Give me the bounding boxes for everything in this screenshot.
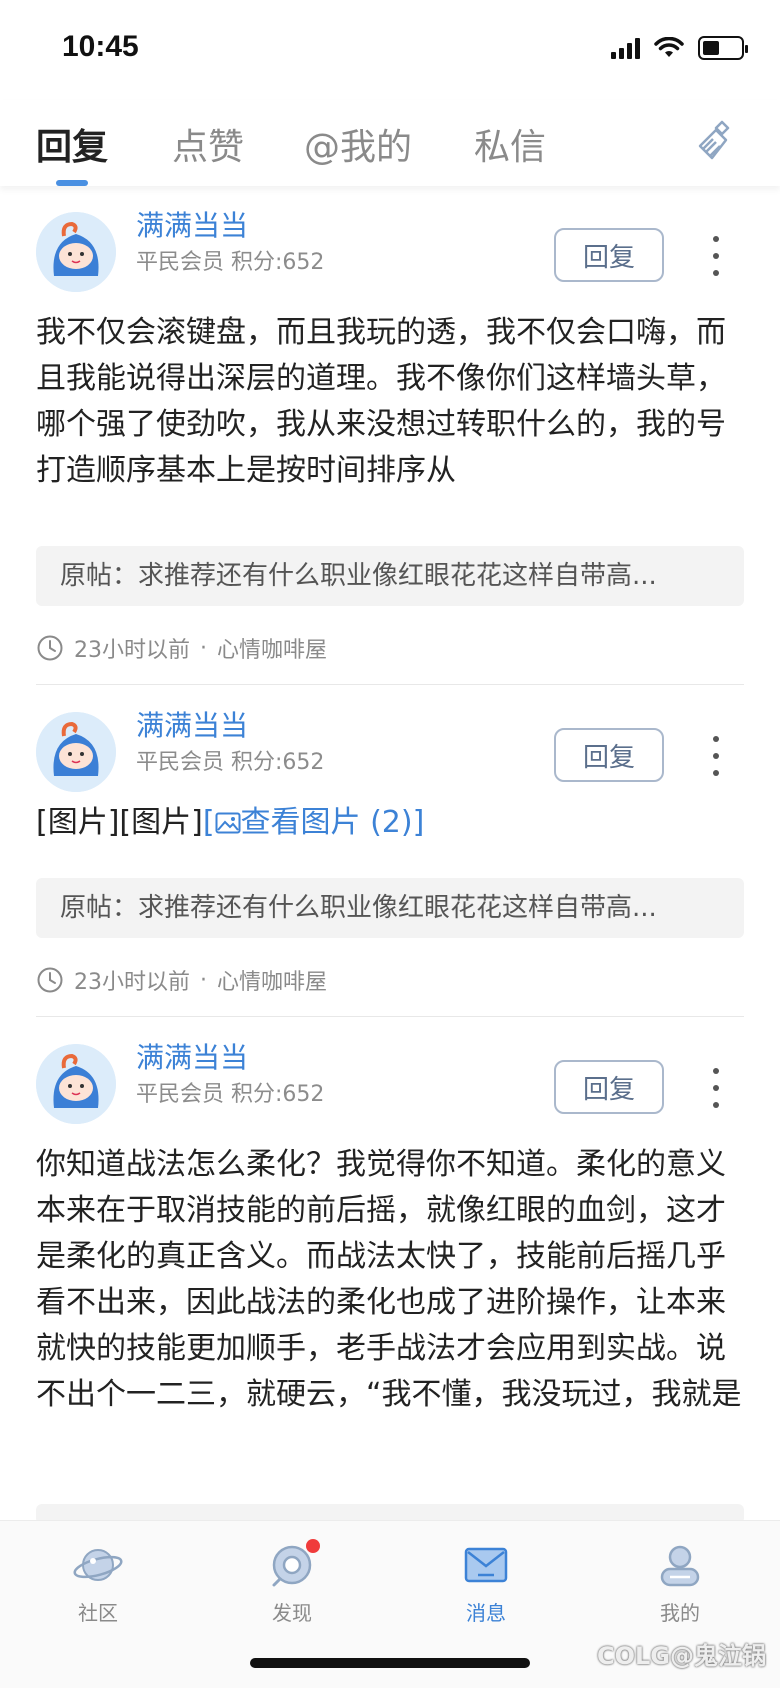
avatar-image xyxy=(36,1044,116,1124)
reply-content[interactable]: 我不仅会滚键盘，而且我玩的透，我不仅会口嗨，而且我能说得出深层的道理。我不像你们… xyxy=(36,310,744,494)
member-score: 积分:652 xyxy=(231,750,325,775)
tab-mentions[interactable]: @我的 xyxy=(304,118,412,170)
mail-icon xyxy=(464,1547,508,1583)
board-name[interactable]: 心情咖啡屋 xyxy=(217,964,327,996)
username[interactable]: 满满当当 xyxy=(136,704,248,744)
avatar-image xyxy=(36,212,116,292)
reply-button[interactable]: 回复 xyxy=(554,1060,664,1114)
notification-badge xyxy=(306,1539,320,1553)
reply-button[interactable]: 回复 xyxy=(554,728,664,782)
nav-discover[interactable]: 发现 xyxy=(232,1539,352,1626)
tab-likes[interactable]: 点赞 xyxy=(172,118,244,170)
original-post-quote[interactable]: 原帖：求推荐还有什么职业像红眼花花这样自带高... xyxy=(36,546,744,606)
reply-content: [图片][图片][查看图片 (2)] xyxy=(36,800,744,846)
wifi-icon xyxy=(654,37,684,57)
divider xyxy=(36,684,744,685)
profile-icon xyxy=(660,1545,700,1587)
user-meta: 平民会员 积分:652 xyxy=(136,744,324,776)
nav-messages[interactable]: 消息 xyxy=(426,1539,546,1626)
reply-feed: 满满当当 平民会员 积分:652 回复 我不仅会滚键盘，而且我玩的透，我不仅会口… xyxy=(0,186,780,1520)
member-score: 积分:652 xyxy=(231,250,325,275)
member-score: 积分:652 xyxy=(231,1082,325,1107)
image-icon xyxy=(215,812,241,834)
signal-icon xyxy=(611,37,640,59)
username[interactable]: 满满当当 xyxy=(136,204,248,244)
reply-content[interactable]: 你知道战法怎么柔化？我觉得你不知道。柔化的意义本来在于取消技能的前后摇，就像红眼… xyxy=(36,1142,744,1418)
planet-icon xyxy=(73,1549,123,1581)
avatar-image xyxy=(36,712,116,792)
member-rank: 平民会员 xyxy=(136,750,225,775)
home-indicator[interactable] xyxy=(250,1658,530,1668)
member-rank: 平民会员 xyxy=(136,1082,225,1107)
message-tabs: 回复 点赞 @我的 私信 xyxy=(0,100,780,186)
user-meta: 平民会员 积分:652 xyxy=(136,1076,324,1108)
reply-time-row: 23小时以前 · 心情咖啡屋 xyxy=(36,964,327,996)
tab-indicator xyxy=(56,180,88,186)
clock-icon xyxy=(37,967,63,993)
more-options-icon[interactable] xyxy=(708,236,724,276)
clock-icon xyxy=(37,635,63,661)
avatar[interactable] xyxy=(36,212,116,292)
watermark: COLG@鬼泣锅 xyxy=(596,1642,766,1670)
broom-icon[interactable] xyxy=(694,118,740,164)
battery-icon xyxy=(698,36,748,60)
avatar[interactable] xyxy=(36,1044,116,1124)
avatar[interactable] xyxy=(36,712,116,792)
separator-dot: · xyxy=(200,967,207,993)
reply-time-row: 23小时以前 · 心情咖啡屋 xyxy=(36,632,327,664)
status-time: 10:45 xyxy=(62,30,139,63)
nav-community[interactable]: 社区 xyxy=(38,1539,158,1626)
status-bar: 10:45 xyxy=(0,0,780,100)
reply-time: 23小时以前 xyxy=(74,970,190,995)
reply-time: 23小时以前 xyxy=(74,638,190,663)
divider xyxy=(36,1016,744,1017)
username[interactable]: 满满当当 xyxy=(136,1036,248,1076)
board-name[interactable]: 心情咖啡屋 xyxy=(217,632,327,664)
tab-private-messages[interactable]: 私信 xyxy=(474,118,546,170)
original-post-quote[interactable]: 原帖：求推荐还有什么职业像红眼花花这样自带高... xyxy=(36,878,744,938)
view-images-link[interactable]: [查看图片 (2)] xyxy=(203,805,424,840)
user-meta: 平民会员 积分:652 xyxy=(136,244,324,276)
status-icons xyxy=(611,36,748,60)
more-options-icon[interactable] xyxy=(708,736,724,776)
member-rank: 平民会员 xyxy=(136,250,225,275)
tab-reply[interactable]: 回复 xyxy=(36,118,108,170)
nav-profile[interactable]: 我的 xyxy=(620,1539,740,1626)
image-placeholder-text: [图片][图片] xyxy=(36,805,203,840)
more-options-icon[interactable] xyxy=(708,1068,724,1108)
reply-button[interactable]: 回复 xyxy=(554,228,664,282)
original-post-quote-partial xyxy=(36,1504,744,1520)
separator-dot: · xyxy=(200,635,207,661)
